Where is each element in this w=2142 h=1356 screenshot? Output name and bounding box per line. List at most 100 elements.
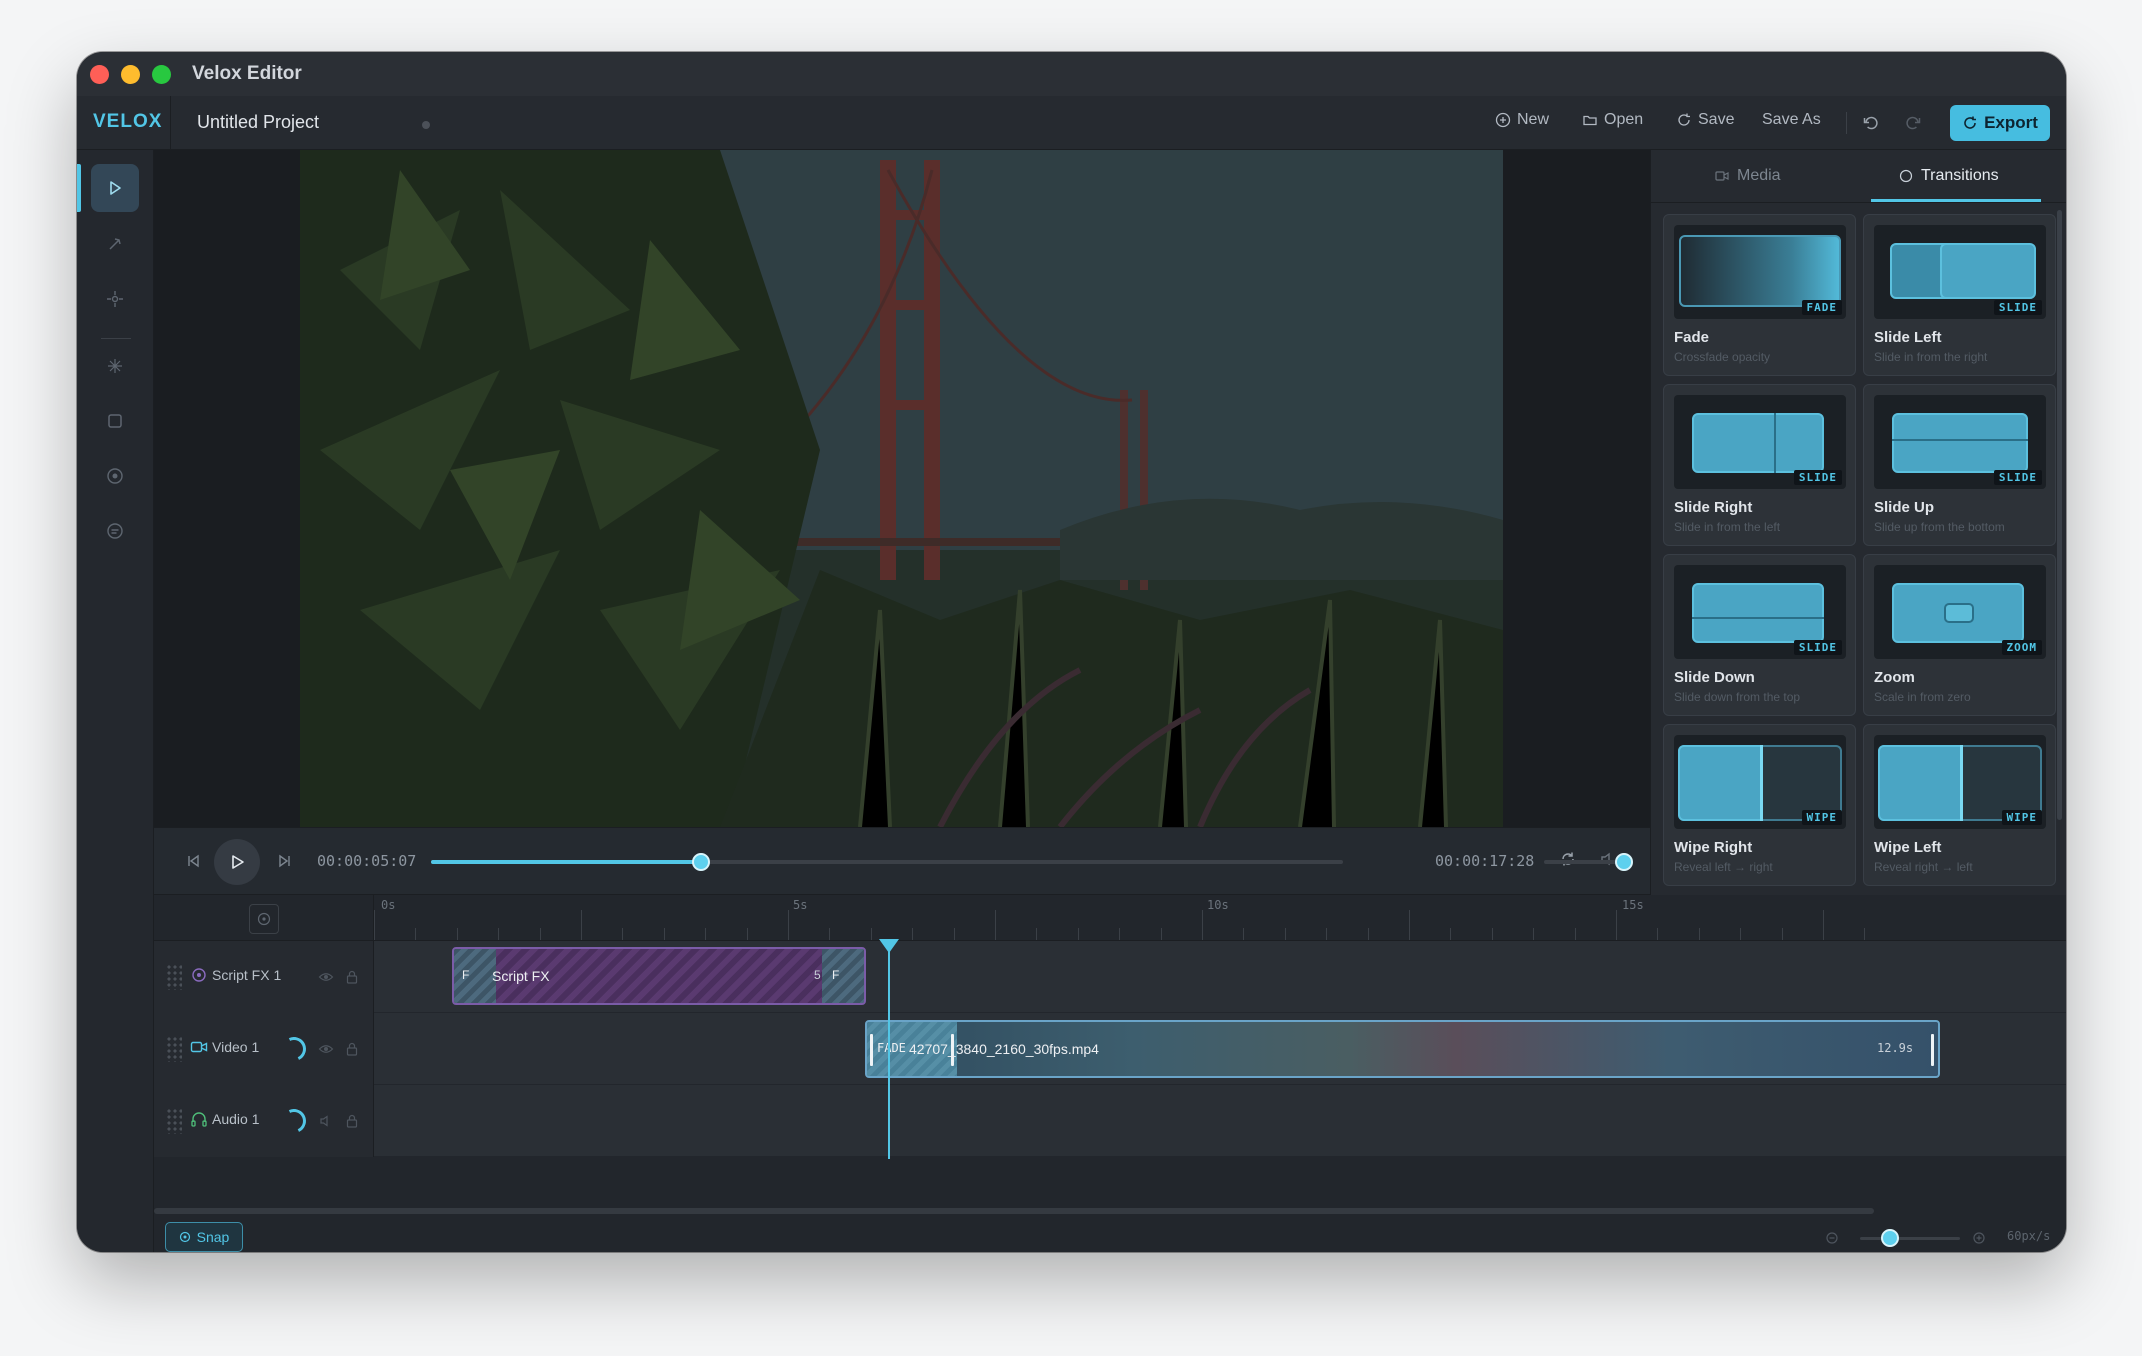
lock-icon[interactable]: [344, 1041, 360, 1057]
transition-card-slide-down[interactable]: SLIDE Slide Down Slide down from the top: [1663, 554, 1856, 716]
transition-description: Reveal left → right: [1674, 860, 1773, 874]
volume-slider[interactable]: [1544, 853, 1633, 871]
timeline-scrollbar[interactable]: [154, 1208, 1874, 1214]
caption-tool[interactable]: [91, 507, 139, 555]
track-audio[interactable]: Audio 1: [154, 1085, 2066, 1157]
transition-badge: WIPE: [2001, 810, 2042, 825]
ruler-tick: [581, 910, 582, 940]
wipe-left-thumbnail: WIPE: [1874, 735, 2046, 829]
track-script-fx[interactable]: Script FX 1 F Script FX 5 F: [154, 941, 2066, 1013]
eye-icon[interactable]: [318, 1041, 334, 1057]
redo-icon: [1906, 116, 1921, 130]
transition-card-fade[interactable]: FADE Fade Crossfade opacity: [1663, 214, 1856, 376]
preview-image: [300, 150, 1503, 827]
script-fx-clip[interactable]: F Script FX 5 F: [452, 947, 866, 1005]
transition-description: Crossfade opacity: [1674, 350, 1771, 364]
panel-scrollbar[interactable]: [2057, 210, 2062, 820]
record-tool[interactable]: [91, 452, 139, 500]
scrubber[interactable]: [431, 853, 1343, 871]
title-bar: Velox Editor: [77, 52, 2066, 96]
active-tool-indicator: [77, 164, 81, 212]
timeline-ruler[interactable]: 0s 5s 10s 15s: [154, 895, 2066, 941]
video-clip[interactable]: FADE 42707_3840_2160_30fps.mp4 12.9s: [865, 1020, 1940, 1078]
divider: [170, 96, 171, 150]
loading-spinner: [278, 1105, 310, 1137]
save-button[interactable]: Save: [1676, 111, 1734, 129]
tab-media-label: Media: [1737, 167, 1781, 184]
skip-back-button[interactable]: [182, 850, 204, 872]
plus-circle-icon: [1495, 112, 1511, 128]
drag-handle[interactable]: [166, 1036, 182, 1062]
transition-title: Fade: [1674, 329, 1710, 346]
video-preview[interactable]: [154, 150, 1650, 827]
transition-badge: SLIDE: [1793, 470, 1842, 485]
trim-tool[interactable]: [91, 220, 139, 268]
open-button[interactable]: Open: [1582, 111, 1643, 129]
snap-toggle[interactable]: Snap: [165, 1222, 243, 1252]
divider: [101, 338, 131, 339]
playhead-handle[interactable]: [879, 939, 899, 953]
transition-title: Slide Left: [1874, 329, 1942, 346]
ruler-tick: [705, 928, 707, 940]
ruler-label-5s: 5s: [793, 898, 808, 912]
maximize-window-button[interactable]: [152, 65, 171, 84]
loop-button[interactable]: [1557, 848, 1579, 870]
fade-thumbnail: FADE: [1674, 225, 1846, 319]
track-header: Audio 1: [154, 1085, 374, 1157]
volume-handle[interactable]: [1615, 853, 1633, 871]
minimize-window-button[interactable]: [121, 65, 140, 84]
effects-tool[interactable]: [91, 342, 139, 390]
close-window-button[interactable]: [90, 65, 109, 84]
track-video[interactable]: Video 1 FADE 42707_3840_2160_30fps.mp4 1…: [154, 1013, 2066, 1085]
play-button[interactable]: [214, 839, 260, 885]
transition-card-wipe-left[interactable]: WIPE Wipe Left Reveal right → left: [1863, 724, 2056, 886]
transition-card-slide-left[interactable]: SLIDE Slide Left Slide in from the right: [1863, 214, 2056, 376]
add-track-button[interactable]: [249, 904, 279, 934]
transition-description: Slide down from the top: [1674, 690, 1801, 704]
transition-card-slide-up[interactable]: SLIDE Slide Up Slide up from the bottom: [1863, 384, 2056, 546]
drag-handle[interactable]: [166, 964, 182, 990]
redo-button[interactable]: [1902, 112, 1924, 134]
export-label: Export: [1984, 113, 2038, 132]
transition-card-wipe-right[interactable]: WIPE Wipe Right Reveal left → right: [1663, 724, 1856, 886]
lock-icon[interactable]: [344, 969, 360, 985]
crop-tool[interactable]: [91, 275, 139, 323]
transition-card-slide-right[interactable]: SLIDE Slide Right Slide in from the left: [1663, 384, 1856, 546]
skip-forward-button[interactable]: [274, 850, 296, 872]
clip-trim-handle-right[interactable]: [1931, 1034, 1934, 1066]
zoom-handle[interactable]: [1881, 1229, 1899, 1247]
mute-icon[interactable]: [318, 1113, 334, 1129]
timeline-empty-area[interactable]: [154, 1157, 2066, 1252]
tab-transitions[interactable]: Transitions: [1899, 150, 1999, 202]
wipe-right-thumbnail: WIPE: [1674, 735, 1846, 829]
script-icon: [192, 968, 206, 982]
lock-icon[interactable]: [344, 1113, 360, 1129]
tab-media[interactable]: Media: [1715, 150, 1781, 202]
fx-in-transition[interactable]: [454, 949, 496, 1003]
scrubber-handle[interactable]: [691, 853, 710, 871]
new-button[interactable]: New: [1495, 111, 1549, 129]
clip-trim-handle-left[interactable]: [870, 1034, 873, 1066]
transition-card-zoom[interactable]: ZOOM Zoom Scale in from zero: [1863, 554, 2056, 716]
fx-out-transition[interactable]: [822, 949, 864, 1003]
zoom-in-icon[interactable]: [1972, 1231, 1986, 1245]
select-tool[interactable]: [91, 164, 139, 212]
slide-up-thumbnail: SLIDE: [1874, 395, 2046, 489]
track-name: Video 1: [212, 1039, 260, 1055]
drag-handle[interactable]: [166, 1108, 182, 1134]
project-title[interactable]: Untitled Project: [197, 112, 319, 133]
ruler-tick: [1657, 928, 1659, 940]
transition-description: Slide in from the left: [1674, 520, 1781, 534]
zoom-out-icon[interactable]: [1825, 1231, 1839, 1245]
export-button[interactable]: Export: [1950, 105, 2050, 141]
undo-icon: [1863, 116, 1878, 130]
save-label: Save: [1698, 111, 1735, 128]
zoom-slider[interactable]: [1860, 1229, 1960, 1247]
save-as-button[interactable]: Save As: [1762, 111, 1821, 129]
ruler-tick: [1574, 928, 1576, 940]
transition-title: Slide Right: [1674, 499, 1753, 516]
shape-tool[interactable]: [91, 397, 139, 445]
eye-icon[interactable]: [318, 969, 334, 985]
undo-button[interactable]: [1860, 112, 1882, 134]
clip-filename: 42707_3840_2160_30fps.mp4: [909, 1041, 1099, 1057]
